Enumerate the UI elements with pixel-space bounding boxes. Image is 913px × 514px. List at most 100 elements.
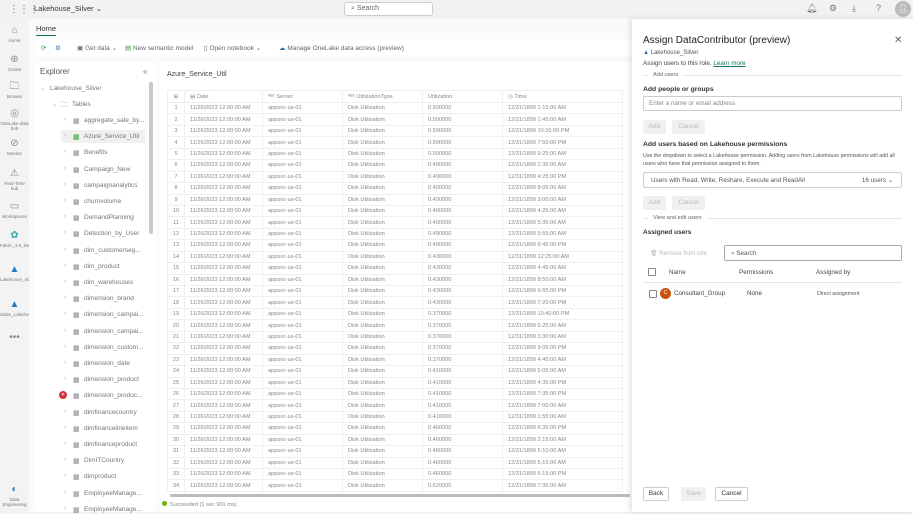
row-number: 19 <box>167 307 185 321</box>
column-header[interactable]: ▤ Date <box>184 90 263 103</box>
table-name: dim_customerseg... <box>84 246 141 254</box>
cell-utilization: 0.490000 <box>422 239 503 252</box>
permission-dropdown[interactable]: Users with Read, Write, Reshare, Execute… <box>643 172 902 188</box>
cell-time: 12/31/1899 3:00:00 AM <box>502 193 623 206</box>
open-notebook-button[interactable]: ▯ Open notebook ⌄ <box>204 44 261 52</box>
cell-date: 11/26/2023 12:00:00 AM <box>184 399 263 412</box>
global-search[interactable]: ⌕ Search <box>344 2 433 16</box>
rail-item-plus[interactable]: ⊕ Create <box>0 54 29 72</box>
model-icon: ▤ <box>125 45 132 52</box>
column-header[interactable]: ᴬᴮᶜ Server <box>262 90 343 103</box>
chevron-down-icon: ⌄ <box>40 86 46 92</box>
status-text: Succeeded (1 sec 901 ms) <box>170 502 237 508</box>
rail-item-onelake[interactable]: ◎ OneLake data hub <box>0 108 29 131</box>
rail-item-home[interactable]: ⌂ Home <box>0 25 29 43</box>
rail-item-lakehouse[interactable]: ▲ Sales_Lakehouse <box>0 299 36 317</box>
add-users-section: Add users <box>653 72 679 78</box>
rail-item-fabric[interactable]: ✿ Fabric_3.0_Demo <box>0 230 36 248</box>
manage-onelake-button[interactable]: ☁ Manage OneLake data access (preview) <box>279 44 404 52</box>
cell-date: 11/26/2023 12:00:00 AM <box>184 376 263 389</box>
perm-heading: Add users based on Lakehouse permissions <box>643 141 788 148</box>
query-status: Succeeded (1 sec 901 ms) <box>162 501 237 508</box>
lakehouse-icon: ▲ <box>643 50 649 56</box>
save-button[interactable]: Save <box>681 487 706 501</box>
rail-label: Create <box>7 67 22 72</box>
table-row: 24 11/26/2023 12:00:00 AM appsvc-us-01 Disk… <box>167 365 623 378</box>
rail-item-data-engineering[interactable]: ◐ Data Engineering <box>0 484 29 507</box>
select-all-icon[interactable]: ⊞ <box>167 90 185 103</box>
footer-cancel-button[interactable]: Cancel <box>715 487 748 501</box>
remove-from-role-button[interactable]: 🗑︎ Remove from role <box>650 250 707 257</box>
rail-item-lakehouse[interactable]: ▲ Lakehouse_Silver <box>0 264 36 282</box>
rail-item-more[interactable]: ••• <box>0 332 29 345</box>
settings-icon[interactable]: ⚙ <box>55 44 61 52</box>
rail-item-workspaces[interactable]: ▭ Workspaces <box>0 201 29 219</box>
cell-time: 12/31/1899 7:20:00 PM <box>502 296 623 309</box>
account-avatar[interactable]: 👤︎ <box>895 1 911 17</box>
refresh-icon[interactable]: ⟳ <box>41 44 46 52</box>
row-number: 5 <box>167 147 185 161</box>
cell-server: appsvc-us-01 <box>262 182 343 195</box>
explorer-scrollbar[interactable] <box>149 82 153 234</box>
column-header[interactable]: Utilization <box>422 90 503 103</box>
new-semantic-model-button[interactable]: ▤ New semantic model <box>125 44 193 52</box>
cell-utilization: 0.620000 <box>422 479 503 492</box>
cell-server: appsvc-us-01 <box>262 456 343 470</box>
users-search-input[interactable]: ⌕ Search <box>724 245 902 261</box>
get-data-button[interactable]: ▣ Get data ⌄ <box>77 44 117 52</box>
chevron-right-icon: › <box>64 505 66 512</box>
table-name: dimfinancecountry <box>84 408 137 416</box>
cell-utilizationtype: Disk Utilization <box>342 170 423 184</box>
panel-intro: Assign users to this role. Learn more <box>643 60 746 67</box>
row-number: 13 <box>167 239 185 252</box>
people-input[interactable]: Enter a name or email address <box>643 96 902 111</box>
rail-item-folder[interactable]: 🗀 Browse <box>0 81 29 99</box>
row-checkbox[interactable] <box>649 290 657 298</box>
select-all-checkbox[interactable] <box>648 268 656 276</box>
close-icon[interactable]: ✕ <box>894 35 902 46</box>
explorer-pane: Explorer « ⌄ Lakehouse_Silver ⌄ 🗀 Tables › ▦… <box>35 62 156 514</box>
download-icon[interactable]: ⤓ <box>852 3 856 14</box>
bell-icon[interactable]: 🔔︎ <box>806 3 817 14</box>
row-number: 23 <box>167 353 185 367</box>
cell-date: 11/26/2023 12:00:00 AM <box>184 365 263 378</box>
help-icon[interactable]: ? <box>876 3 881 13</box>
search-placeholder: Search <box>356 5 380 12</box>
cell-server: appsvc-us-01 <box>262 387 343 401</box>
table-item[interactable]: › ▦ Azure_Service_Util <box>61 130 145 144</box>
table-row: 14 11/26/2023 12:00:00 AM appsvc-us-01 Disk… <box>167 250 623 264</box>
cell-date: 11/26/2023 12:00:00 AM <box>184 273 263 287</box>
cell-utilization: 0.490000 <box>422 159 503 172</box>
row-number: 28 <box>167 410 185 424</box>
user-row[interactable]: C Consultant_Group None Direct assignmen… <box>643 287 902 301</box>
cell-time: 12/31/1899 5:55:00 AM <box>502 227 623 241</box>
learn-more-link[interactable]: Learn more <box>713 60 745 67</box>
get-data-label: Get data <box>84 45 110 52</box>
cell-time: 12/31/1899 7:35:00 AM <box>502 479 623 492</box>
gear-icon[interactable]: ⚙ <box>829 3 837 14</box>
grid-horizontal-scrollbar[interactable] <box>170 494 630 497</box>
collapse-icon[interactable]: « <box>143 67 147 76</box>
cancel-button[interactable]: Cancel <box>672 120 705 134</box>
cell-utilizationtype: Disk Utilization <box>342 147 423 161</box>
workspace-switcher[interactable]: Lakehouse_Silver ⌄ <box>34 4 102 13</box>
back-button[interactable]: Back <box>643 487 669 501</box>
perm-cancel-button[interactable]: Cancel <box>672 196 705 210</box>
rail-item-realtime[interactable]: ⚠ Real-Time hub <box>0 168 29 191</box>
rail-item-monitor[interactable]: ⊘ Monitor <box>0 138 29 156</box>
chevron-right-icon: › <box>64 214 66 221</box>
cell-time: 12/31/1899 2:15:00 AM <box>502 433 623 447</box>
chevron-right-icon: › <box>64 149 66 156</box>
table-name: EmployeeManage... <box>84 489 142 497</box>
cell-date: 11/26/2023 12:00:00 AM <box>184 387 263 401</box>
column-label: Server <box>276 93 293 100</box>
column-header[interactable]: ◷ Time <box>502 90 623 103</box>
tab-home[interactable]: Home <box>36 24 57 36</box>
cell-utilizationtype: Disk Utilization <box>342 159 423 172</box>
add-button[interactable]: Add <box>643 120 666 134</box>
cell-utilization: 0.370000 <box>422 353 503 367</box>
column-header[interactable]: ᴬᴮᶜ UtilizationType <box>342 90 423 103</box>
perm-add-button[interactable]: Add <box>643 196 666 210</box>
table-row: 12 11/26/2023 12:00:00 AM appsvc-us-01 Disk… <box>167 227 623 241</box>
chevron-down-icon: ⌄ <box>887 177 893 184</box>
